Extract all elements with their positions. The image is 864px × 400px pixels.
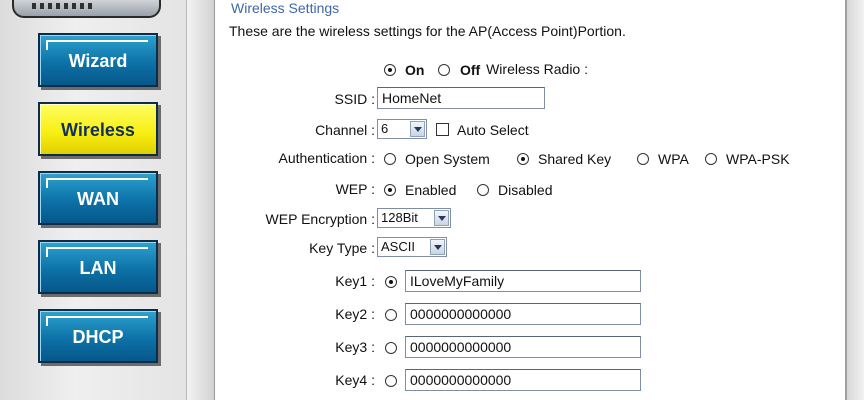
wep-disabled-label: Disabled <box>498 182 553 198</box>
wireless-radio-off-label: Off <box>460 62 481 78</box>
wep-label: WEP : <box>335 181 375 197</box>
channel-select[interactable]: 6 <box>377 119 427 139</box>
sidebar-item-label: Wizard <box>68 50 128 71</box>
chevron-down-icon <box>410 121 425 137</box>
wep-enabled-radio[interactable] <box>384 184 396 196</box>
wireless-radio-on-label: On <box>405 62 425 78</box>
key3-radio[interactable] <box>385 342 397 354</box>
channel-value: 6 <box>381 121 389 136</box>
sidebar-item-label: LAN <box>79 257 117 278</box>
key1-radio[interactable] <box>385 276 397 288</box>
sidebar-item-dhcp[interactable]: DHCP <box>38 309 158 363</box>
sidebar-item-wireless[interactable]: Wireless <box>38 102 158 156</box>
key4-radio[interactable] <box>385 375 397 387</box>
sidebar-item-lan[interactable]: LAN <box>38 240 158 294</box>
key-type-value: ASCII <box>381 239 415 254</box>
wep-encryption-select[interactable]: 128Bit <box>377 208 451 228</box>
key2-input[interactable]: 0000000000000 <box>405 303 641 325</box>
wep-disabled-radio[interactable] <box>477 184 489 196</box>
key1-label: Key1 : <box>335 273 375 289</box>
page-description: These are the wireless settings for the … <box>229 23 626 39</box>
wireless-radio-label: Wireless Radio : <box>486 61 588 77</box>
channel-label: Channel : <box>315 122 375 138</box>
key3-label: Key3 : <box>335 339 375 355</box>
auth-shared-key-radio[interactable] <box>517 153 529 165</box>
wep-encryption-label: WEP Encryption : <box>265 211 375 227</box>
auth-wpa-radio[interactable] <box>637 153 649 165</box>
auth-wpa-psk-radio[interactable] <box>705 153 717 165</box>
key2-label: Key2 : <box>335 306 375 322</box>
auth-open-system-radio[interactable] <box>384 153 396 165</box>
wireless-radio-off-radio[interactable] <box>438 64 450 76</box>
key3-input[interactable]: 0000000000000 <box>405 336 641 358</box>
sidebar-item-label: DHCP <box>72 326 124 347</box>
auth-shared-key-label: Shared Key <box>538 151 612 167</box>
wireless-radio-on-radio[interactable] <box>384 64 396 76</box>
sidebar-item-label: WAN <box>77 188 119 209</box>
auth-wpa-psk-label: WPA-PSK <box>726 151 790 167</box>
frame-divider <box>187 0 215 400</box>
key-type-select[interactable]: ASCII <box>377 237 447 257</box>
authentication-label: Authentication : <box>278 150 375 166</box>
auth-wpa-label: WPA <box>658 151 689 167</box>
chevron-down-icon <box>430 239 445 255</box>
auto-select-label: Auto Select <box>457 122 529 138</box>
key2-radio[interactable] <box>385 309 397 321</box>
main-content: Wireless Settings These are the wireless… <box>215 0 847 400</box>
auth-open-system-label: Open System <box>405 151 490 167</box>
ssid-input[interactable]: HomeNet <box>377 87 545 109</box>
auto-select-checkbox[interactable] <box>436 123 449 136</box>
key4-label: Key4 : <box>335 372 375 388</box>
sidebar-item-label: Wireless <box>61 119 135 140</box>
ssid-label: SSID : <box>334 91 375 107</box>
chevron-down-icon <box>434 210 449 226</box>
key-type-label: Key Type : <box>309 240 375 256</box>
sidebar-item-wizard[interactable]: Wizard <box>38 33 158 87</box>
sidebar-item-wan[interactable]: WAN <box>38 171 158 225</box>
key4-input[interactable]: 0000000000000 <box>405 369 641 391</box>
key1-input[interactable]: ILoveMyFamily <box>405 270 641 292</box>
router-device-icon <box>12 0 161 18</box>
wep-encryption-value: 128Bit <box>381 210 418 225</box>
page-title: Wireless Settings <box>231 0 340 16</box>
window-right-border <box>847 0 864 400</box>
wep-enabled-label: Enabled <box>405 182 457 198</box>
sidebar: Wizard Wireless WAN LAN DHCP <box>0 0 187 400</box>
